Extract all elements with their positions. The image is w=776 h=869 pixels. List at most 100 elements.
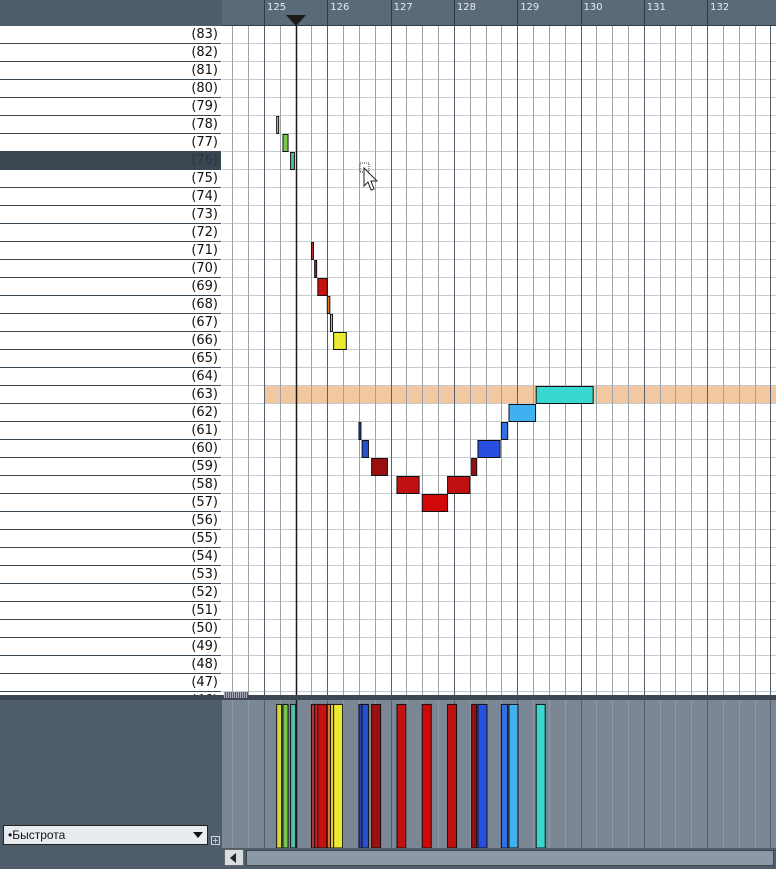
- piano-key[interactable]: (61): [0, 422, 221, 440]
- piano-keyboard[interactable]: (83) (82) (81) (80) (79) (78) (77) (76) (75) (74)…: [0, 26, 222, 695]
- piano-key[interactable]: (72): [0, 224, 221, 242]
- piano-key[interactable]: (63): [0, 386, 221, 404]
- midi-note: [500, 422, 509, 440]
- piano-key-label: (49): [191, 639, 218, 654]
- midi-note: [326, 296, 331, 314]
- piano-key[interactable]: (47): [0, 674, 221, 692]
- piano-key-label: (80): [191, 81, 218, 96]
- piano-key[interactable]: (77): [0, 134, 221, 152]
- piano-key[interactable]: (75): [0, 170, 221, 188]
- piano-key[interactable]: (73): [0, 206, 221, 224]
- piano-key[interactable]: (74): [0, 188, 221, 206]
- piano-key-label: (76): [191, 153, 218, 168]
- piano-key[interactable]: (50): [0, 620, 221, 638]
- midi-note: [333, 332, 347, 350]
- velocity-bar: [317, 703, 328, 849]
- controller-select-label: •Быстрота: [8, 828, 66, 842]
- piano-key[interactable]: (51): [0, 602, 221, 620]
- piano-key[interactable]: (58): [0, 476, 221, 494]
- piano-key[interactable]: (79): [0, 98, 221, 116]
- piano-key[interactable]: (67): [0, 314, 221, 332]
- piano-key[interactable]: (81): [0, 62, 221, 80]
- velocity-bar: [371, 703, 382, 849]
- midi-note: [317, 278, 328, 296]
- midi-note: [371, 458, 388, 476]
- controller-select[interactable]: •Быстрота: [3, 825, 208, 845]
- scroll-thumb[interactable]: [246, 850, 774, 866]
- piano-key[interactable]: (70): [0, 260, 221, 278]
- splitter-grip[interactable]: [224, 692, 248, 698]
- piano-key[interactable]: (56): [0, 512, 221, 530]
- ruler-bar-tick: [643, 0, 645, 26]
- horizontal-scrollbar[interactable]: [222, 848, 776, 869]
- piano-key[interactable]: (78): [0, 116, 221, 134]
- scroll-left-button[interactable]: [224, 849, 244, 866]
- midi-note: [421, 494, 449, 512]
- piano-key[interactable]: (65): [0, 350, 221, 368]
- piano-key[interactable]: (53): [0, 566, 221, 584]
- piano-key-label: (71): [191, 243, 218, 258]
- piano-key[interactable]: (55): [0, 530, 221, 548]
- piano-key-label: (66): [191, 333, 218, 348]
- midi-note: [290, 152, 295, 170]
- piano-key[interactable]: (52): [0, 584, 221, 602]
- piano-key-label: (60): [191, 441, 218, 456]
- piano-key[interactable]: (80): [0, 80, 221, 98]
- velocity-lane-canvas[interactable]: [222, 700, 776, 849]
- playhead-marker-icon[interactable]: [285, 15, 306, 26]
- ruler-bar-number: 130: [583, 2, 603, 13]
- piano-key[interactable]: (60): [0, 440, 221, 458]
- piano-key-label: (70): [191, 261, 218, 276]
- piano-key-label: (55): [191, 531, 218, 546]
- piano-key[interactable]: (49): [0, 638, 221, 656]
- piano-key[interactable]: (54): [0, 548, 221, 566]
- piano-key-label: (83): [191, 27, 218, 42]
- arrow-left-icon: [230, 853, 236, 863]
- ruler-bar-tick: [517, 0, 519, 26]
- midi-note: [535, 386, 594, 404]
- note-grid[interactable]: [222, 26, 776, 710]
- piano-key[interactable]: (66): [0, 332, 221, 350]
- ruler-bar-number: 127: [393, 2, 413, 13]
- piano-key[interactable]: (48): [0, 656, 221, 674]
- midi-note: [508, 404, 537, 422]
- add-lane-icon[interactable]: +: [211, 836, 220, 845]
- piano-key[interactable]: (64): [0, 368, 221, 386]
- piano-key[interactable]: (69): [0, 278, 221, 296]
- piano-key-label: (69): [191, 279, 218, 294]
- piano-key-label: (81): [191, 63, 218, 78]
- ruler-bar-number: 128: [456, 2, 476, 13]
- velocity-bar: [500, 703, 509, 849]
- velocity-bar: [421, 703, 432, 849]
- piano-key-label: (74): [191, 189, 218, 204]
- ruler-bar-tick: [707, 0, 709, 26]
- velocity-lane[interactable]: [222, 700, 776, 849]
- piano-key[interactable]: (57): [0, 494, 221, 512]
- piano-key-label: (75): [191, 171, 218, 186]
- piano-key[interactable]: (82): [0, 44, 221, 62]
- piano-key[interactable]: (59): [0, 458, 221, 476]
- piano-key-label: (64): [191, 369, 218, 384]
- velocity-bar: [471, 703, 478, 849]
- midi-note: [447, 476, 471, 494]
- midi-note: [471, 458, 478, 476]
- piano-key[interactable]: (68): [0, 296, 221, 314]
- piano-key-label: (61): [191, 423, 218, 438]
- piano-key-label: (82): [191, 45, 218, 60]
- midi-note: [314, 260, 318, 278]
- piano-key-label: (54): [191, 549, 218, 564]
- piano-key-label: (65): [191, 351, 218, 366]
- piano-key-label: (58): [191, 477, 218, 492]
- piano-key-label: (62): [191, 405, 218, 420]
- ruler-bar-tick: [390, 0, 392, 26]
- velocity-bar: [276, 703, 283, 849]
- velocity-bar: [282, 703, 289, 849]
- piano-key-label: (57): [191, 495, 218, 510]
- piano-key[interactable]: (71): [0, 242, 221, 260]
- piano-key[interactable]: (62): [0, 404, 221, 422]
- note-grid-canvas[interactable]: [222, 26, 776, 710]
- piano-key-label: (77): [191, 135, 218, 150]
- piano-key[interactable]: (83): [0, 26, 221, 44]
- bar-ruler[interactable]: 125 126 127 128 129 130 131 132: [222, 0, 776, 26]
- piano-key[interactable]: (76): [0, 152, 221, 170]
